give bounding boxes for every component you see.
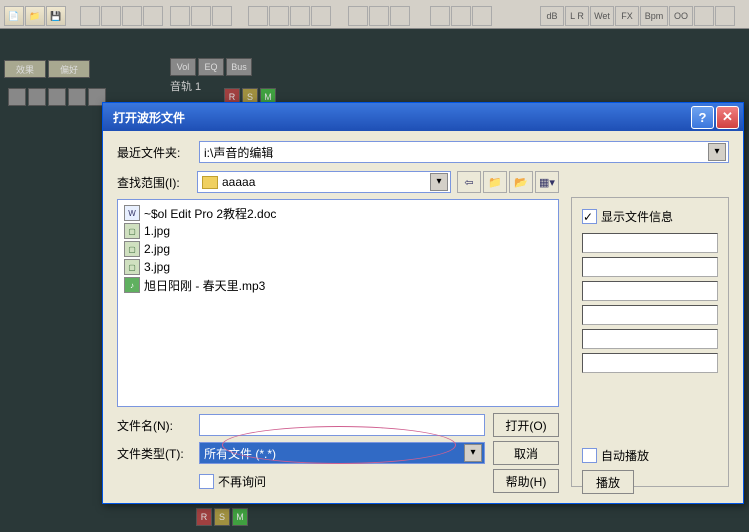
dontask-label: 不再询问 <box>218 473 266 490</box>
toolbar-btn[interactable] <box>451 6 471 26</box>
info-panel: ✓ 显示文件信息 自动播放 播放 <box>571 197 729 487</box>
autoplay-checkbox[interactable] <box>582 448 597 463</box>
toolbar-btn[interactable]: 💾 <box>46 6 66 26</box>
jpg-icon: ▢ <box>124 259 140 275</box>
toolbar-btn-fx[interactable]: FX <box>615 6 639 26</box>
mini-btn[interactable] <box>48 88 66 106</box>
toolbar-btn[interactable] <box>170 6 190 26</box>
toolbar-btn[interactable] <box>290 6 310 26</box>
toolbar-btn[interactable] <box>472 6 492 26</box>
panel-btn-effects[interactable]: 效果 <box>4 60 46 78</box>
toolbar-btn[interactable]: 📁 <box>25 6 45 26</box>
mini-btn[interactable] <box>8 88 26 106</box>
file-list[interactable]: W~$ol Edit Pro 2教程2.doc ▢1.jpg ▢2.jpg ▢3… <box>117 199 559 407</box>
track-btn-eq[interactable]: EQ <box>198 58 224 76</box>
track-btn-bus[interactable]: Bus <box>226 58 252 76</box>
toolbar-btn[interactable] <box>715 6 735 26</box>
autoplay-label: 自动播放 <box>601 447 649 464</box>
nav-newfolder-icon[interactable]: 📂 <box>509 171 533 193</box>
info-field <box>582 257 718 277</box>
toolbar-btn-oo[interactable]: OO <box>669 6 693 26</box>
recent-folder-label: 最近文件夹: <box>117 144 191 161</box>
toolbar-btn-db[interactable]: dB <box>540 6 564 26</box>
toolbar-btn[interactable] <box>369 6 389 26</box>
toolbar-btn[interactable] <box>390 6 410 26</box>
toolbar-btn[interactable] <box>311 6 331 26</box>
open-file-dialog: 打开波形文件 ? ✕ 最近文件夹: i:\声音的编辑 查找范围(I): aaaa… <box>102 102 744 504</box>
list-item[interactable]: ▢2.jpg <box>122 240 554 258</box>
track-btn-vol[interactable]: Vol <box>170 58 196 76</box>
help-button[interactable]: 帮助(H) <box>493 469 559 493</box>
toolbar-btn[interactable] <box>191 6 211 26</box>
toolbar-btn[interactable]: 📄 <box>4 6 24 26</box>
nav-up-icon[interactable]: 📁 <box>483 171 507 193</box>
showinfo-label: 显示文件信息 <box>601 208 673 225</box>
toolbar-btn[interactable] <box>348 6 368 26</box>
toolbar-btn[interactable] <box>143 6 163 26</box>
lookin-select[interactable]: aaaaa <box>197 171 451 193</box>
folder-icon <box>202 176 218 189</box>
info-field <box>582 329 718 349</box>
toolbar-btn[interactable] <box>101 6 121 26</box>
info-field <box>582 305 718 325</box>
help-icon[interactable]: ? <box>691 106 714 129</box>
close-icon[interactable]: ✕ <box>716 106 739 129</box>
toolbar-btn-lr[interactable]: L R <box>565 6 589 26</box>
dialog-title: 打开波形文件 <box>107 109 689 126</box>
list-item[interactable]: ▢1.jpg <box>122 222 554 240</box>
filetype-select[interactable]: 所有文件 (*.*) <box>199 442 485 464</box>
info-field <box>582 233 718 253</box>
mini-btn[interactable] <box>68 88 86 106</box>
toolbar-btn-bpm[interactable]: Bpm <box>640 6 668 26</box>
showinfo-checkbox[interactable]: ✓ <box>582 209 597 224</box>
open-button[interactable]: 打开(O) <box>493 413 559 437</box>
track-solo-btn-2[interactable]: S <box>214 508 230 526</box>
doc-icon: W <box>124 205 140 221</box>
filename-label: 文件名(N): <box>117 417 191 434</box>
toolbar-btn[interactable] <box>122 6 142 26</box>
mp3-icon: ♪ <box>124 277 140 293</box>
info-field <box>582 353 718 373</box>
track-label: 音轨 1 <box>170 78 201 94</box>
lookin-label: 查找范围(I): <box>117 174 191 191</box>
toolbar-btn-wet[interactable]: Wet <box>590 6 614 26</box>
toolbar-btn[interactable] <box>212 6 232 26</box>
filetype-label: 文件类型(T): <box>117 445 191 462</box>
nav-back-icon[interactable]: ⇦ <box>457 171 481 193</box>
dialog-titlebar[interactable]: 打开波形文件 ? ✕ <box>103 103 743 131</box>
toolbar-btn[interactable] <box>430 6 450 26</box>
toolbar-btn[interactable] <box>269 6 289 26</box>
mini-btn[interactable] <box>28 88 46 106</box>
track-mute-btn-2[interactable]: M <box>232 508 248 526</box>
main-toolbar: 📄 📁 💾 <box>0 0 749 29</box>
nav-views-icon[interactable]: ▦▾ <box>535 171 559 193</box>
filename-input[interactable] <box>199 414 485 436</box>
toolbar-btn[interactable] <box>248 6 268 26</box>
cancel-button[interactable]: 取消 <box>493 441 559 465</box>
toolbar-btn[interactable] <box>80 6 100 26</box>
info-field <box>582 281 718 301</box>
list-item[interactable]: ▢3.jpg <box>122 258 554 276</box>
list-item[interactable]: W~$ol Edit Pro 2教程2.doc <box>122 204 554 222</box>
play-button[interactable]: 播放 <box>582 470 634 494</box>
recent-folder-select[interactable]: i:\声音的编辑 <box>199 141 729 163</box>
panel-btn-prefs[interactable]: 偏好 <box>48 60 90 78</box>
track-rec-btn-2[interactable]: R <box>196 508 212 526</box>
dontask-checkbox[interactable] <box>199 474 214 489</box>
list-item[interactable]: ♪旭日阳刚 - 春天里.mp3 <box>122 276 554 294</box>
toolbar-btn[interactable] <box>694 6 714 26</box>
jpg-icon: ▢ <box>124 223 140 239</box>
jpg-icon: ▢ <box>124 241 140 257</box>
